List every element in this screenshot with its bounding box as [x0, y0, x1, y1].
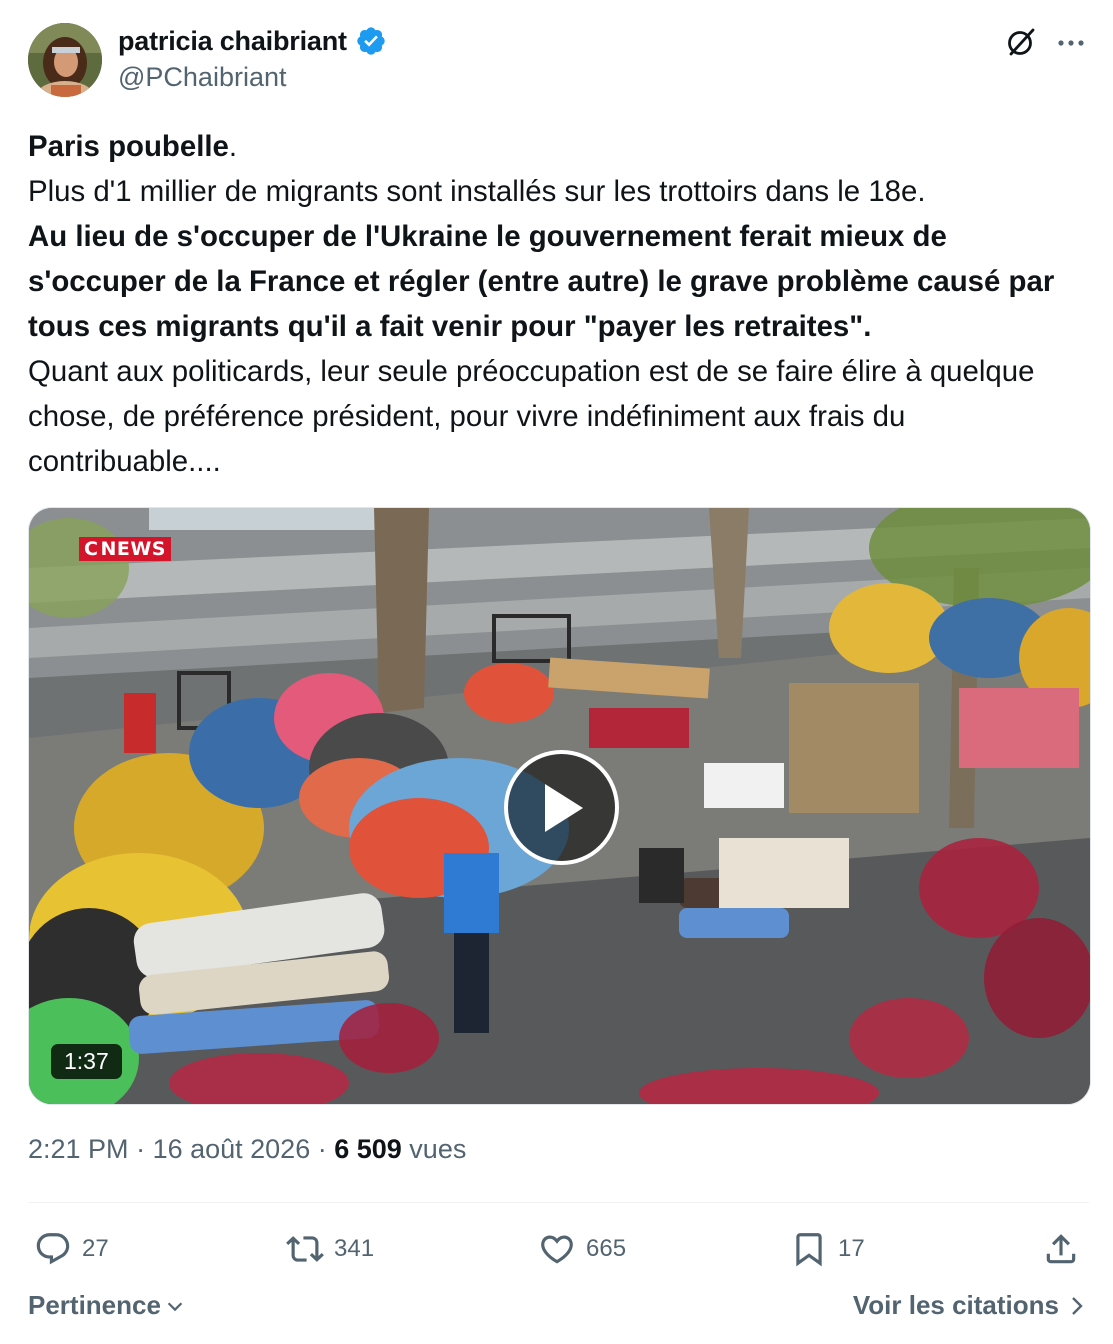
- action-bar: 27 341 665 17: [0, 1222, 1113, 1278]
- like-count: 665: [586, 1235, 627, 1262]
- share-button[interactable]: [1042, 1230, 1080, 1268]
- author-handle[interactable]: @PChaibriant: [118, 62, 287, 93]
- play-icon: [544, 783, 583, 832]
- post-line-4: Quant aux politicards, leur seule préocc…: [28, 355, 1035, 478]
- repost-count: 341: [334, 1235, 375, 1262]
- post-line-1: Paris poubelle.: [28, 124, 1090, 169]
- bookmark-icon: [796, 1233, 822, 1267]
- bookmark-button[interactable]: 17: [790, 1230, 865, 1268]
- views-count[interactable]: 6 509: [334, 1134, 402, 1164]
- views-label: vues: [401, 1134, 467, 1164]
- repost-icon: [286, 1236, 324, 1262]
- video-player[interactable]: C NEWS 1:37: [28, 507, 1091, 1105]
- bookmark-count: 17: [838, 1235, 865, 1262]
- post-line-3: Au lieu de s'occuper de l'Ukraine le gou…: [28, 220, 1055, 343]
- view-quotes-link[interactable]: Voir les citations: [853, 1290, 1087, 1321]
- post-line-1-bold: Paris poubelle: [28, 130, 229, 163]
- video-duration: 1:37: [51, 1044, 122, 1079]
- post-time[interactable]: 2:21 PM: [28, 1134, 129, 1164]
- post-date[interactable]: 16 août 2026: [153, 1134, 311, 1164]
- author-display-name[interactable]: patricia chaibriant: [118, 26, 347, 57]
- channel-logo-mark: C: [84, 538, 99, 560]
- repost-button[interactable]: 341: [286, 1230, 374, 1268]
- tweet: patricia chaibriant @PChaibriant Paris p…: [0, 0, 1113, 1344]
- heart-icon: [541, 1235, 573, 1264]
- reply-count: 27: [82, 1235, 109, 1262]
- sort-dropdown[interactable]: Pertinence: [28, 1290, 186, 1321]
- post-line-1-normal: .: [228, 130, 238, 163]
- post-text: Paris poubelle. Plus d'1 millier de migr…: [28, 124, 1090, 484]
- share-icon: [1046, 1234, 1076, 1264]
- chevron-right-icon: [1072, 1296, 1083, 1315]
- avatar-image: [28, 23, 102, 97]
- channel-logo-text: NEWS: [100, 538, 166, 560]
- verified-badge-icon: [355, 25, 387, 57]
- meta-separator-2: ·: [310, 1134, 335, 1164]
- post-meta: 2:21 PM · 16 août 2026 · 6 509 vues: [28, 1134, 466, 1165]
- sort-label: Pertinence: [28, 1290, 161, 1320]
- chevron-down-icon: [167, 1301, 183, 1311]
- divider: [28, 1202, 1089, 1203]
- author-name-row: patricia chaibriant: [118, 25, 387, 57]
- grok-icon[interactable]: [1004, 25, 1038, 59]
- avatar[interactable]: [28, 23, 102, 97]
- play-button[interactable]: [504, 750, 619, 865]
- post-line-2: Plus d'1 millier de migrants sont instal…: [28, 175, 926, 208]
- reply-button[interactable]: 27: [34, 1230, 109, 1268]
- view-quotes-label: Voir les citations: [852, 1290, 1059, 1320]
- reply-icon: [36, 1233, 70, 1265]
- more-options-icon[interactable]: [1056, 28, 1086, 58]
- channel-logo: C NEWS: [79, 537, 171, 561]
- like-button[interactable]: 665: [538, 1230, 626, 1268]
- meta-separator: ·: [128, 1134, 153, 1164]
